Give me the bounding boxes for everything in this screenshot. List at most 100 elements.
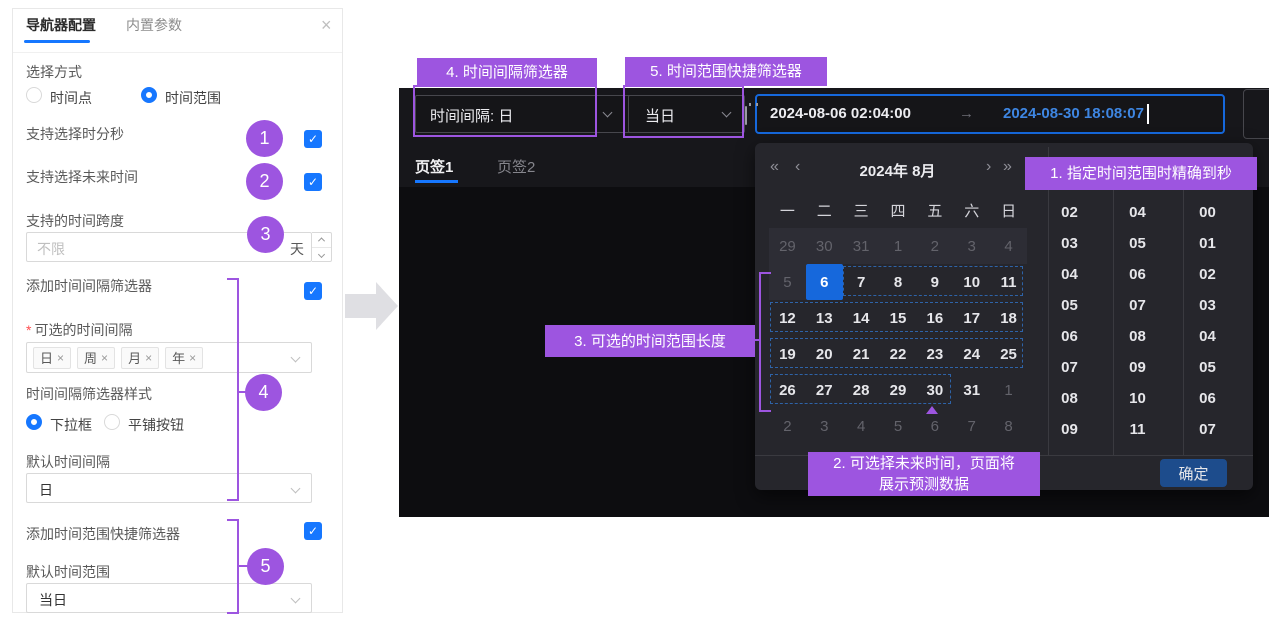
add-interval-filter-label: 添加时间间隔筛选器 [26, 276, 152, 296]
hour-cell[interactable]: 03 [1037, 228, 1102, 259]
minute-cell[interactable]: 04 [1103, 197, 1172, 228]
calendar-day[interactable]: 30 [806, 228, 843, 264]
calendar-day[interactable]: 4 [843, 408, 880, 444]
minute-cell[interactable]: 09 [1103, 352, 1172, 383]
range-arrow-icon: → [959, 105, 974, 122]
prev-month-icon[interactable]: ‹ [795, 158, 800, 176]
calendar-day[interactable]: 3 [953, 228, 990, 264]
calendar-day[interactable]: 4 [990, 228, 1027, 264]
calendar-day[interactable]: 1 [880, 228, 917, 264]
annotation-label-3: 3. 可选的时间范围长度 [545, 325, 755, 357]
calendar-day[interactable]: 5 [769, 264, 806, 300]
minute-cell[interactable]: 08 [1103, 321, 1172, 352]
hour-cell[interactable]: 06 [1037, 321, 1102, 352]
calendar-icon[interactable] [745, 106, 747, 125]
second-cell[interactable]: 01 [1173, 228, 1242, 259]
annotation-pointer-triangle [926, 406, 938, 414]
tab-navigator-config[interactable]: 导航器配置 [26, 15, 96, 35]
calendar-day[interactable]: 31 [953, 372, 990, 408]
quantity-stepper[interactable] [312, 232, 332, 262]
support-future-label: 支持选择未来时间 [26, 167, 138, 187]
next-month-icon[interactable]: › [986, 158, 991, 176]
calendar-day[interactable]: 5 [880, 408, 917, 444]
bracket-4-line [237, 278, 239, 501]
preview-tab-2[interactable]: 页签2 [497, 156, 535, 177]
date-range-input[interactable]: 2024-08-06 02:04:00 → 2024-08-30 18:08:0… [755, 94, 1225, 134]
time-span-placeholder: 不限 [37, 239, 65, 259]
tag-remove-icon[interactable]: × [145, 351, 152, 365]
annotation-badge-1: 1 [246, 120, 283, 157]
tag-remove-icon[interactable]: × [57, 351, 64, 365]
calendar-title[interactable]: 2024年 8月 [845, 160, 950, 181]
calendar-day[interactable]: 3 [806, 408, 843, 444]
calendar-day[interactable]: 31 [843, 228, 880, 264]
radio-time-point[interactable] [26, 87, 42, 103]
minute-cell[interactable]: 06 [1103, 259, 1172, 290]
tag-remove-icon[interactable]: × [101, 351, 108, 365]
add-range-filter-label: 添加时间范围快捷筛选器 [26, 524, 180, 544]
calendar-day[interactable]: 29 [769, 228, 806, 264]
hour-cell[interactable]: 04 [1037, 259, 1102, 290]
calendar-day[interactable]: 2 [769, 408, 806, 444]
weekday-label: 一 [769, 197, 806, 223]
tab-builtin-params[interactable]: 内置参数 [126, 15, 182, 35]
support-hms-checkbox[interactable]: ✓ [304, 130, 322, 148]
default-range-select[interactable]: 当日 [26, 583, 312, 613]
minute-cell[interactable]: 07 [1103, 290, 1172, 321]
hour-cell[interactable]: 05 [1037, 290, 1102, 321]
interval-tag-label: 日 [40, 348, 53, 367]
bracket-4-cap-top [227, 278, 238, 280]
radio-tiled-style[interactable] [104, 414, 120, 430]
radio-dropdown-style[interactable] [26, 414, 42, 430]
hour-cell[interactable]: 07 [1037, 352, 1102, 383]
interval-multiselect[interactable]: 日×周×月×年× [26, 342, 312, 373]
partial-control[interactable] [1243, 89, 1269, 139]
prev-year-icon[interactable]: « [770, 158, 779, 176]
add-interval-filter-checkbox[interactable]: ✓ [304, 282, 322, 300]
support-hms-label: 支持选择时分秒 [26, 124, 124, 144]
bracket-3-cap-top [759, 272, 771, 274]
minute-cell[interactable]: 11 [1103, 414, 1172, 445]
calendar-day[interactable]: 1 [990, 372, 1027, 408]
stepper-up-icon[interactable] [312, 233, 331, 247]
radio-time-range[interactable] [141, 87, 157, 103]
second-cell[interactable]: 06 [1173, 383, 1242, 414]
add-range-filter-checkbox[interactable]: ✓ [304, 522, 322, 540]
preview-tab-1[interactable]: 页签1 [415, 156, 453, 177]
default-interval-select[interactable]: 日 [26, 473, 312, 503]
annotation-label-4: 4. 时间间隔筛选器 [417, 58, 597, 87]
second-cell[interactable]: 04 [1173, 321, 1242, 352]
interval-tag-list: 日×周×月×年× [27, 343, 311, 372]
calendar-day[interactable]: 8 [990, 408, 1027, 444]
second-column: 0001020304050607 [1184, 197, 1253, 445]
calendar-day[interactable]: 7 [953, 408, 990, 444]
second-cell[interactable]: 00 [1173, 197, 1242, 228]
second-cell[interactable]: 02 [1173, 259, 1242, 290]
tag-remove-icon[interactable]: × [189, 351, 196, 365]
interval-tag: 日× [33, 347, 71, 369]
second-cell[interactable]: 07 [1173, 414, 1242, 445]
second-cell[interactable]: 03 [1173, 290, 1242, 321]
calendar-day[interactable]: 6 [806, 264, 843, 300]
minute-cell[interactable]: 10 [1103, 383, 1172, 414]
confirm-button[interactable]: 确定 [1160, 459, 1227, 487]
radio-time-point-label: 时间点 [50, 88, 92, 108]
weekday-label: 六 [953, 197, 990, 223]
minute-cell[interactable]: 05 [1103, 228, 1172, 259]
second-cell[interactable]: 05 [1173, 352, 1242, 383]
default-range-value: 当日 [39, 590, 67, 610]
hour-cell[interactable]: 09 [1037, 414, 1102, 445]
hour-cell[interactable]: 08 [1037, 383, 1102, 414]
calendar-grid: 2930311234567891011121314151617181920212… [769, 228, 1027, 444]
hour-cell[interactable]: 02 [1037, 197, 1102, 228]
support-future-checkbox[interactable]: ✓ [304, 173, 322, 191]
calendar-day[interactable]: 2 [916, 228, 953, 264]
annotation-label-1: 1. 指定时间范围时精确到秒 [1025, 157, 1257, 190]
page: 导航器配置 内置参数 × 选择方式 时间点 时间范围 支持选择时分秒 1 ✓ 支… [0, 0, 1269, 622]
close-icon[interactable]: × [321, 18, 332, 32]
check-icon: ✓ [308, 175, 318, 189]
weekday-row: 一二三四五六日 [769, 197, 1027, 223]
flow-arrow-head [376, 282, 398, 330]
stepper-down-icon[interactable] [312, 247, 331, 262]
next-year-icon[interactable]: » [1003, 158, 1012, 176]
